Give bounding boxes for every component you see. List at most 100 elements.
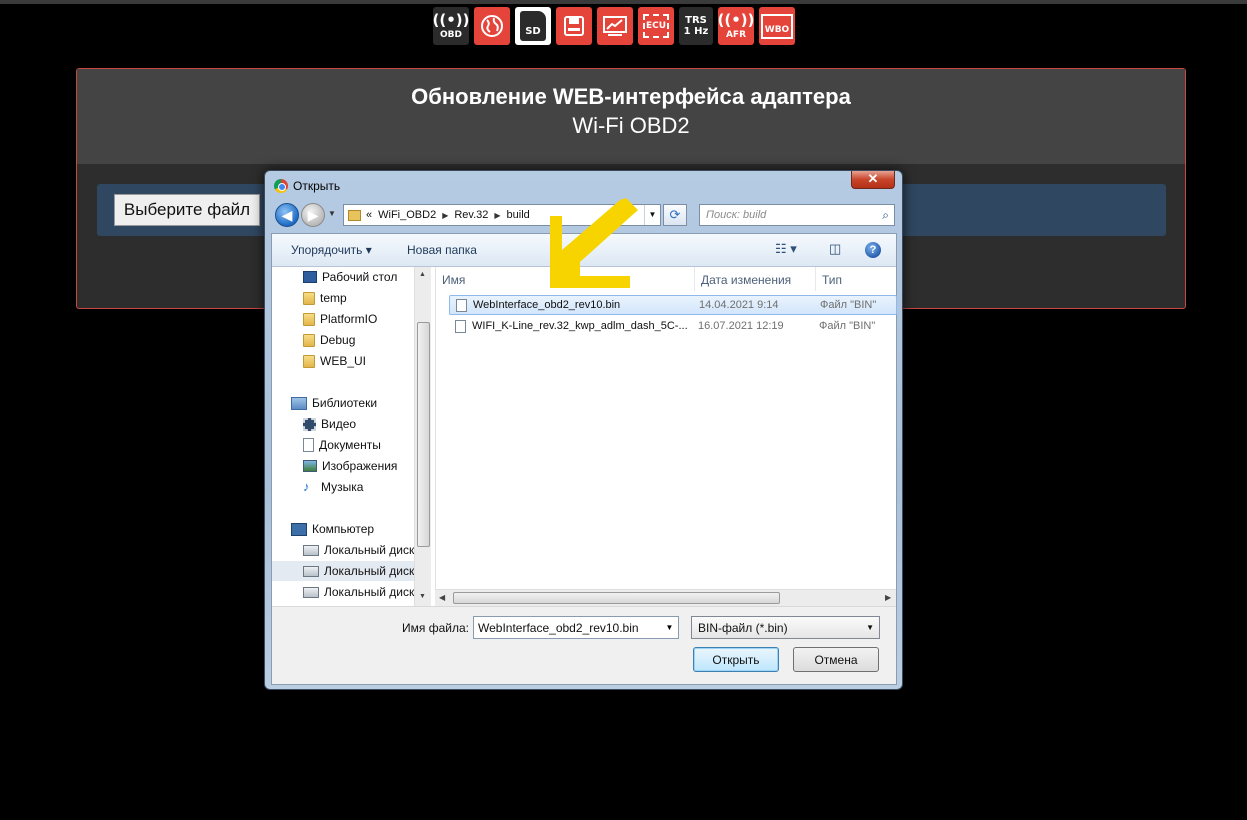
nav-item-libraries[interactable]: Библиотеки: [291, 393, 377, 413]
ecu-label: ECU: [645, 21, 667, 31]
filter-dropdown-icon: ▼: [866, 623, 874, 632]
nav-item-label: Локальный диск: [324, 543, 415, 557]
nav-item-images[interactable]: Изображения: [303, 456, 397, 476]
chart-icon[interactable]: [597, 7, 633, 45]
nav-item-documents[interactable]: Документы: [303, 435, 381, 455]
scroll-down-icon[interactable]: ▼: [419, 593, 426, 600]
file-list: Имя Дата изменения Тип WebInterface_obd2…: [435, 267, 897, 606]
nav-item-web-ui[interactable]: WEB_UI: [303, 351, 366, 371]
scroll-up-icon[interactable]: ▲: [419, 271, 426, 278]
folder-icon: [303, 291, 315, 305]
column-header-type[interactable]: Тип: [816, 267, 897, 291]
file-name: WIFI_K-Line_rev.32_kwp_adlm_dash_5C-...: [472, 320, 688, 332]
afr-symbol: ((•)): [717, 11, 755, 29]
filename-dropdown-icon[interactable]: ▼: [661, 617, 678, 638]
nav-item-computer[interactable]: Компьютер: [291, 519, 374, 539]
drive-icon: [303, 544, 319, 556]
floppy-icon[interactable]: [556, 7, 592, 45]
forward-arrow-icon[interactable]: ▶: [301, 203, 325, 227]
breadcrumb-separator-icon[interactable]: ▶: [442, 211, 448, 220]
music-icon: ♪: [303, 479, 310, 494]
computer-icon: [291, 522, 307, 536]
nav-item-label: Debug: [320, 333, 356, 347]
search-input[interactable]: Поиск: build ⌕: [699, 204, 895, 226]
nav-scrollbar[interactable]: ▲ ▼: [414, 267, 431, 606]
breadcrumb-prefix[interactable]: «: [366, 209, 372, 221]
nav-item-platformio[interactable]: PlatformIO: [303, 309, 377, 329]
filter-value: BIN-файл (*.bin): [698, 621, 788, 635]
obd-label: OBD: [440, 30, 462, 40]
file-list-hscrollbar[interactable]: ◀ ▶: [435, 589, 896, 606]
organize-button[interactable]: Упорядочить ▾: [291, 243, 372, 257]
address-dropdown-icon[interactable]: ▼: [644, 205, 660, 225]
page-title: Обновление WEB-интерфейса адаптера: [411, 84, 851, 109]
nav-item-label: Локальный диск: [324, 564, 415, 578]
file-icon: [455, 320, 466, 333]
scroll-left-icon[interactable]: ◀: [439, 593, 445, 602]
annotation-arrow-icon: [550, 198, 638, 288]
top-toolbar: ((•)) OBD SD ECU TRS 1 Hz ((•)) AFR WBO: [433, 7, 795, 45]
dialog-body: Упорядочить ▾ Новая папка ☷ ▾ ◫ ? Рабочи…: [271, 233, 897, 685]
breadcrumb-wifi-obd2[interactable]: WiFi_OBD2: [378, 209, 436, 221]
file-type: Файл "BIN": [820, 299, 877, 311]
globe-icon[interactable]: [474, 7, 510, 45]
refresh-icon[interactable]: ⟳: [663, 204, 687, 226]
top-border-line: [0, 0, 1247, 4]
cancel-button[interactable]: Отмена: [793, 647, 879, 672]
preview-pane-icon[interactable]: ◫: [829, 241, 841, 257]
sd-card-icon[interactable]: SD: [515, 7, 551, 45]
new-folder-button[interactable]: Новая папка: [407, 243, 477, 257]
help-icon[interactable]: ?: [865, 242, 881, 258]
wbo-icon[interactable]: WBO: [759, 7, 795, 45]
choose-file-button[interactable]: Выберите файл: [114, 194, 260, 226]
video-icon: [303, 417, 316, 431]
nav-item-label: Рабочий стол: [322, 270, 398, 284]
scrollbar-thumb[interactable]: [417, 322, 430, 547]
folder-icon: [303, 312, 315, 326]
back-arrow-icon[interactable]: ◀: [275, 203, 299, 227]
history-dropdown-icon[interactable]: ▼: [328, 209, 336, 218]
folder-icon: [348, 209, 361, 221]
nav-item-music[interactable]: ♪ Музыка: [303, 477, 363, 497]
column-header-date[interactable]: Дата изменения: [695, 267, 816, 291]
file-type-filter[interactable]: BIN-файл (*.bin) ▼: [691, 616, 880, 639]
filename-input[interactable]: [473, 616, 679, 639]
file-name: WebInterface_obd2_rev10.bin: [473, 299, 621, 311]
nav-item-drive-3[interactable]: Локальный диск: [303, 582, 414, 602]
dialog-title: Открыть: [293, 179, 341, 193]
breadcrumb-build[interactable]: build: [507, 209, 530, 221]
trs-label: TRS: [685, 15, 707, 26]
view-options-icon[interactable]: ☷ ▾: [775, 241, 797, 257]
nav-item-desktop[interactable]: Рабочий стол: [303, 267, 397, 287]
image-icon: [303, 460, 317, 472]
file-icon: [456, 299, 467, 312]
nav-item-drive-1[interactable]: Локальный диск: [303, 540, 414, 560]
ecu-icon[interactable]: ECU: [638, 7, 674, 45]
document-icon: [303, 438, 314, 452]
nav-item-video[interactable]: Видео: [303, 414, 356, 434]
file-row[interactable]: WebInterface_obd2_rev10.bin 14.04.2021 9…: [449, 295, 897, 315]
breadcrumb-rev32[interactable]: Rev.32: [454, 209, 488, 221]
nav-item-drive-2[interactable]: Локальный диск: [272, 561, 414, 581]
trs-icon[interactable]: TRS 1 Hz: [679, 7, 713, 45]
file-type: Файл "BIN": [819, 320, 876, 332]
search-icon[interactable]: ⌕: [882, 208, 889, 223]
scrollbar-thumb[interactable]: [453, 592, 780, 604]
dialog-footer: Имя файла: ▼ BIN-файл (*.bin) ▼ Открыть …: [272, 606, 896, 684]
nav-item-temp[interactable]: temp: [303, 288, 347, 308]
nav-item-label: temp: [320, 291, 347, 305]
close-button[interactable]: ✕: [851, 171, 895, 189]
file-row[interactable]: WIFI_K-Line_rev.32_kwp_adlm_dash_5C-... …: [449, 317, 897, 337]
obd-icon[interactable]: ((•)) OBD: [433, 7, 470, 45]
drive-icon: [303, 586, 319, 598]
nav-item-debug[interactable]: Debug: [303, 330, 355, 350]
panel-header: Обновление WEB-интерфейса адаптера Wi-Fi…: [77, 69, 1185, 164]
nav-item-label: Компьютер: [312, 522, 375, 536]
desktop-icon: [303, 271, 317, 283]
open-button[interactable]: Открыть: [693, 647, 779, 672]
nav-item-label: Изображения: [322, 459, 398, 473]
breadcrumb-separator-icon[interactable]: ▶: [494, 211, 500, 220]
scroll-right-icon[interactable]: ▶: [885, 593, 891, 602]
afr-icon[interactable]: ((•)) AFR: [717, 7, 755, 45]
navigation-pane: Рабочий стол temp PlatformIO Debug WEB_U…: [272, 267, 432, 606]
